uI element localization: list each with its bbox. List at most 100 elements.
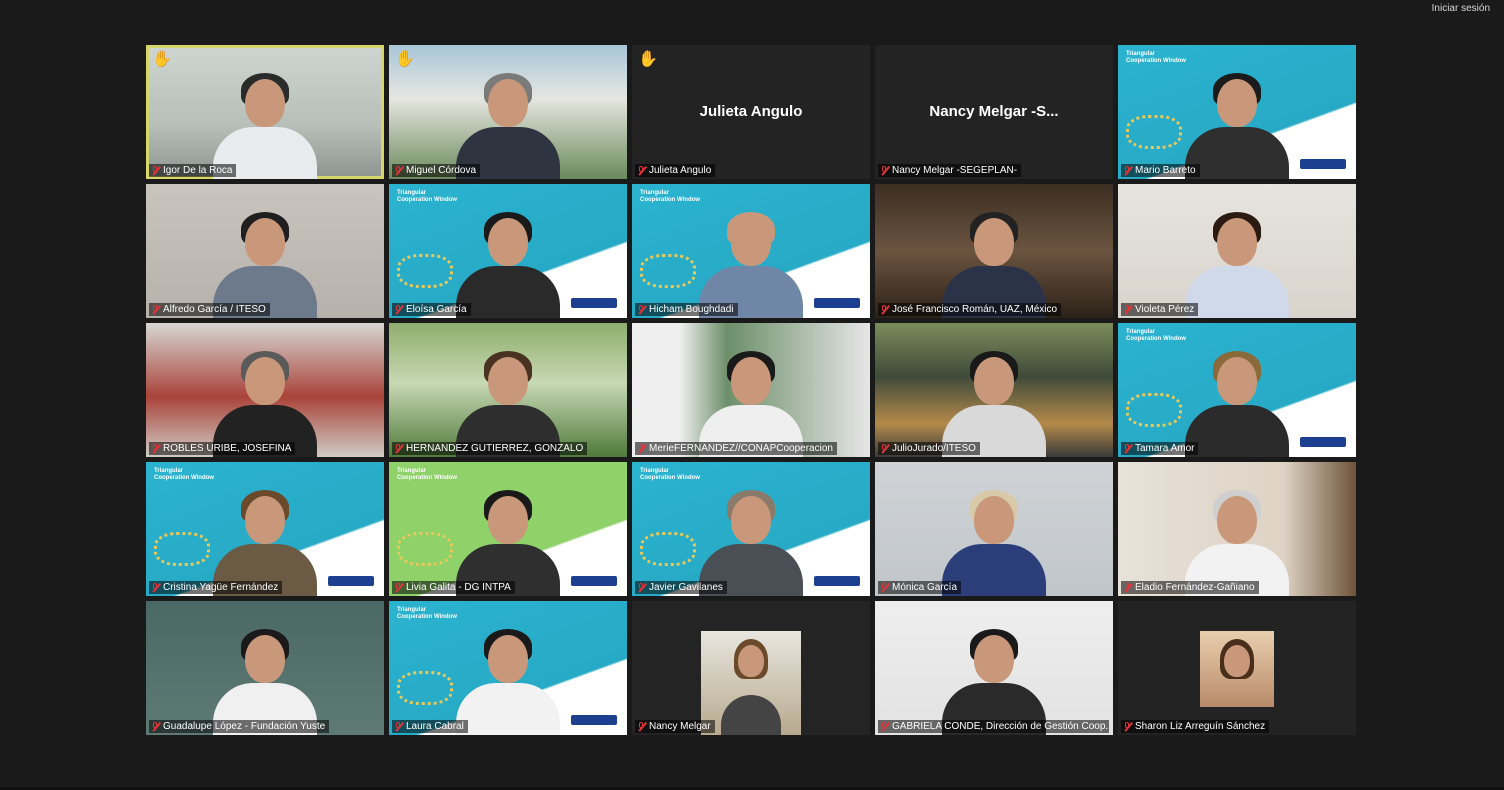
muted-mic-icon bbox=[151, 443, 160, 454]
participant-video bbox=[1182, 347, 1292, 457]
participant-tile[interactable]: Triangular Cooperation Window Laura Cabra… bbox=[389, 601, 627, 735]
participant-name-bar: ROBLES URIBE, JOSEFINA bbox=[149, 442, 296, 455]
map-graphic bbox=[397, 254, 453, 288]
participant-name: HERNANDEZ GUTIERREZ, GONZALO bbox=[406, 443, 584, 454]
raised-hand-icon: ✋ bbox=[395, 51, 415, 68]
participant-tile[interactable]: Violeta Pérez bbox=[1118, 184, 1356, 318]
participant-name-bar: Miguel Córdova bbox=[392, 164, 481, 177]
muted-mic-icon bbox=[637, 443, 646, 454]
participant-name: Nancy Melgar bbox=[649, 721, 711, 732]
participant-tile[interactable]: Nancy Melgar bbox=[632, 601, 870, 735]
muted-mic-icon bbox=[394, 165, 403, 176]
raised-hand-icon: ✋ bbox=[638, 51, 658, 68]
participant-name: Mónica García bbox=[892, 582, 958, 593]
participant-tile[interactable]: HERNANDEZ GUTIERREZ, GONZALO bbox=[389, 323, 627, 457]
participant-video bbox=[939, 625, 1049, 735]
participant-tile[interactable]: Triangular Cooperation Window Hicham Boug… bbox=[632, 184, 870, 318]
raised-hand-icon: ✋ bbox=[152, 51, 172, 68]
participant-name-bar: Eloísa García bbox=[392, 303, 471, 316]
logo-icon bbox=[814, 576, 860, 586]
participant-name: Mario Barreto bbox=[1135, 165, 1196, 176]
participant-video bbox=[210, 486, 320, 596]
participant-tile[interactable]: Triangular Cooperation Window Cristina Ya… bbox=[146, 462, 384, 596]
participant-tile[interactable]: MerieFERNANDEZ//CONAPCooperacion bbox=[632, 323, 870, 457]
participant-name-bar: GABRIELA CONDE, Dirección de Gestión Coo… bbox=[878, 720, 1109, 733]
participant-video bbox=[939, 208, 1049, 318]
participant-video bbox=[453, 625, 563, 735]
participant-name-bar: Tamara Amor bbox=[1121, 442, 1199, 455]
participant-tile[interactable]: Alfredo García / ITESO bbox=[146, 184, 384, 318]
logo-icon bbox=[1300, 159, 1346, 169]
participant-tile[interactable]: Mónica García bbox=[875, 462, 1113, 596]
slide-title: Triangular Cooperation Window bbox=[397, 607, 457, 620]
participant-tile[interactable]: José Francisco Román, UAZ, México bbox=[875, 184, 1113, 318]
participant-tile[interactable]: JulioJurado/ITESO bbox=[875, 323, 1113, 457]
slide-title: Triangular Cooperation Window bbox=[397, 468, 457, 481]
participant-tile[interactable]: Triangular Cooperation Window Eloísa Garc… bbox=[389, 184, 627, 318]
participant-grid: ✋ Igor De la Roca ✋ Miguel Córdova Julieta A… bbox=[146, 45, 1356, 735]
muted-mic-icon bbox=[1123, 443, 1132, 454]
participant-name-bar: Igor De la Roca bbox=[149, 164, 237, 177]
participant-name-bar: Livia Galita - DG INTPA bbox=[392, 581, 515, 594]
participant-video bbox=[1182, 486, 1292, 596]
slide-title: Triangular Cooperation Window bbox=[640, 468, 700, 481]
participant-name: Violeta Pérez bbox=[1135, 304, 1195, 315]
participant-video bbox=[939, 486, 1049, 596]
muted-mic-icon bbox=[1123, 582, 1132, 593]
participant-name-bar: Eladio Fernández-Gañiano bbox=[1121, 581, 1259, 594]
participant-name-bar: Laura Cabral bbox=[392, 720, 468, 733]
participant-name-bar: MerieFERNANDEZ//CONAPCooperacion bbox=[635, 442, 837, 455]
participant-tile[interactable]: Triangular Cooperation Window Mario Barre… bbox=[1118, 45, 1356, 179]
participant-name: Javier Gavilanes bbox=[649, 582, 723, 593]
participant-video bbox=[696, 347, 806, 457]
participant-tile[interactable]: Sharon Liz Arreguín Sánchez bbox=[1118, 601, 1356, 735]
slide-title: Triangular Cooperation Window bbox=[154, 468, 214, 481]
muted-mic-icon bbox=[880, 721, 889, 732]
participant-name: Eladio Fernández-Gañiano bbox=[1135, 582, 1255, 593]
muted-mic-icon bbox=[637, 721, 646, 732]
participant-tile[interactable]: Triangular Cooperation Window Tamara Amor bbox=[1118, 323, 1356, 457]
participant-display-name: Julieta Angulo bbox=[699, 103, 803, 120]
muted-mic-icon bbox=[637, 582, 646, 593]
participant-name: Tamara Amor bbox=[1135, 443, 1195, 454]
participant-name-bar: José Francisco Román, UAZ, México bbox=[878, 303, 1062, 316]
participant-video bbox=[701, 631, 801, 735]
logo-icon bbox=[571, 298, 617, 308]
muted-mic-icon bbox=[394, 304, 403, 315]
logo-icon bbox=[328, 576, 374, 586]
participant-tile[interactable]: Julieta Angulo ✋ Julieta Angulo bbox=[632, 45, 870, 179]
participant-name-bar: HERNANDEZ GUTIERREZ, GONZALO bbox=[392, 442, 588, 455]
logo-icon bbox=[571, 576, 617, 586]
participant-tile[interactable]: ✋ Miguel Córdova bbox=[389, 45, 627, 179]
map-graphic bbox=[640, 254, 696, 288]
participant-tile[interactable]: Triangular Cooperation Window Javier Gavi… bbox=[632, 462, 870, 596]
participant-name-bar: Sharon Liz Arreguín Sánchez bbox=[1121, 720, 1270, 733]
participant-tile[interactable]: ROBLES URIBE, JOSEFINA bbox=[146, 323, 384, 457]
participant-name: Sharon Liz Arreguín Sánchez bbox=[1135, 721, 1266, 732]
logo-icon bbox=[1300, 437, 1346, 447]
slide-title: Triangular Cooperation Window bbox=[1126, 51, 1186, 64]
slide-title: Triangular Cooperation Window bbox=[640, 190, 700, 203]
participant-video bbox=[696, 486, 806, 596]
muted-mic-icon bbox=[637, 304, 646, 315]
muted-mic-icon bbox=[394, 721, 403, 732]
participant-tile[interactable]: ✋ Igor De la Roca bbox=[146, 45, 384, 179]
participant-tile[interactable]: GABRIELA CONDE, Dirección de Gestión Coo… bbox=[875, 601, 1113, 735]
muted-mic-icon bbox=[1123, 304, 1132, 315]
muted-mic-icon bbox=[151, 721, 160, 732]
participant-name-bar: Julieta Angulo bbox=[635, 164, 716, 177]
participant-video bbox=[453, 208, 563, 318]
participant-name: Hicham Boughdadi bbox=[649, 304, 734, 315]
muted-mic-icon bbox=[880, 165, 889, 176]
logo-icon bbox=[814, 298, 860, 308]
map-graphic bbox=[154, 532, 210, 566]
participant-tile[interactable]: Nancy Melgar -S... Nancy Melgar -SEGEPLAN… bbox=[875, 45, 1113, 179]
participant-video bbox=[1182, 69, 1292, 179]
participant-tile[interactable]: Eladio Fernández-Gañiano bbox=[1118, 462, 1356, 596]
participant-tile[interactable]: Triangular Cooperation Window Livia Galit… bbox=[389, 462, 627, 596]
participant-name: Julieta Angulo bbox=[649, 165, 712, 176]
participant-name-bar: Hicham Boughdadi bbox=[635, 303, 738, 316]
sign-in-link[interactable]: Iniciar sesión bbox=[1432, 3, 1490, 14]
participant-tile[interactable]: Guadalupe López - Fundación Yuste bbox=[146, 601, 384, 735]
logo-icon bbox=[571, 715, 617, 725]
